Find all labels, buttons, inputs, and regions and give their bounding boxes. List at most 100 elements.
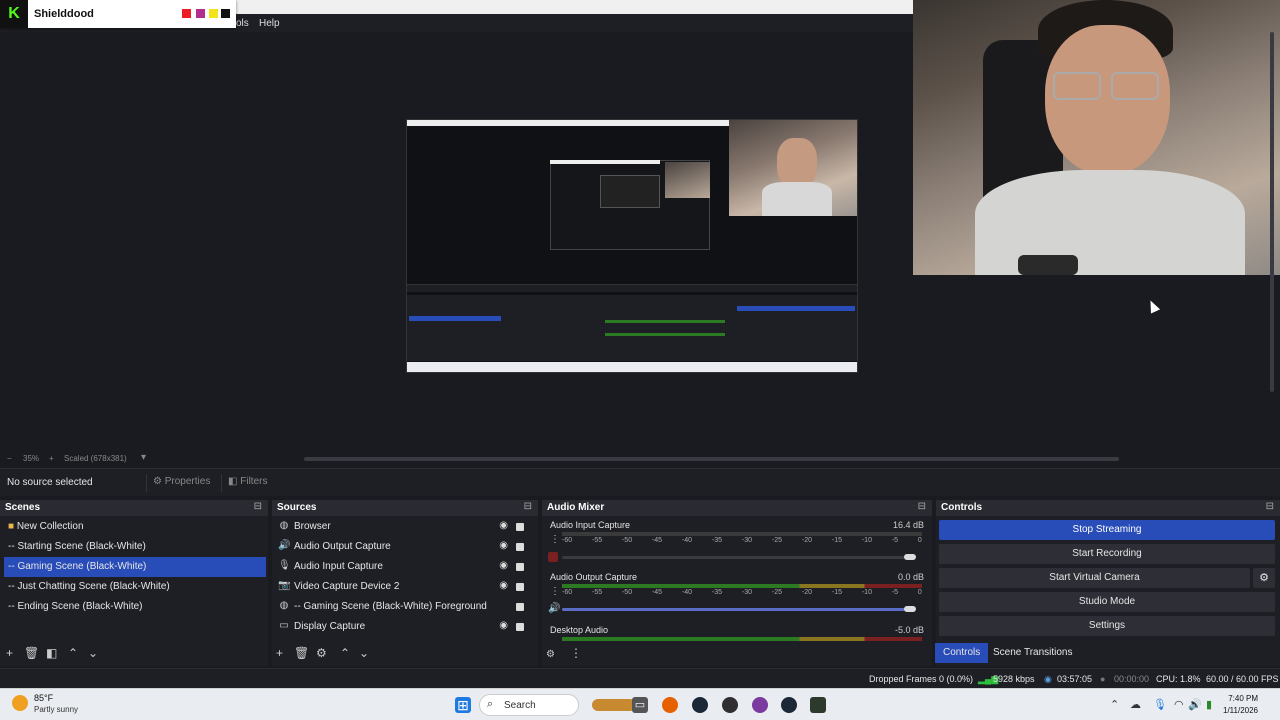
menu-tools[interactable]: ols <box>236 18 249 29</box>
task-view-icon[interactable]: ▭ <box>632 697 648 713</box>
tab-controls[interactable]: Controls <box>935 643 989 663</box>
tab-scene-transitions[interactable]: Scene Transitions <box>985 643 1081 663</box>
muted-speaker-icon[interactable] <box>548 552 558 562</box>
move-up-icon[interactable]: ⌃ <box>340 646 350 660</box>
visibility-eye-icon[interactable]: ◉ <box>499 620 508 631</box>
mixer-menu-icon[interactable]: ⋮ <box>550 586 560 597</box>
windows-start-icon[interactable]: ⊞ <box>455 697 471 713</box>
lock-icon[interactable] <box>516 563 524 571</box>
preview-vertical-scrollbar[interactable] <box>1270 32 1274 392</box>
settings-button[interactable]: Settings <box>939 616 1275 636</box>
taskbar-search[interactable]: ⌕ Search <box>479 694 636 716</box>
move-up-icon[interactable]: ⌃ <box>68 646 78 660</box>
scene-filters-icon[interactable]: ◧ <box>46 646 57 660</box>
source-item[interactable]: ◍ Browser ◉ <box>276 517 530 537</box>
meter-tick: -5 <box>891 537 899 544</box>
meter-tick: -40 <box>681 589 693 596</box>
source-label: Audio Output Capture <box>294 541 391 552</box>
firefox-icon[interactable] <box>662 697 678 713</box>
properties-button[interactable]: ⚙ Properties <box>146 474 216 492</box>
scaling-dropdown-icon[interactable]: ▾ <box>141 452 146 463</box>
stop-streaming-button[interactable]: Stop Streaming <box>939 520 1275 540</box>
meter-tick: -5 <box>891 589 899 596</box>
add-scene-icon[interactable]: + <box>6 646 13 660</box>
advanced-audio-gear-icon[interactable]: ⚙ <box>546 649 555 660</box>
visibility-eye-icon[interactable]: ◉ <box>499 520 508 531</box>
obs-icon[interactable] <box>722 697 738 713</box>
steam-icon[interactable] <box>781 697 797 713</box>
virtual-camera-settings-gear-icon[interactable]: ⚙ <box>1253 568 1275 588</box>
remove-scene-icon[interactable]: 🗑 <box>24 646 39 660</box>
kick-chat-widget: K Shielddood <box>0 0 236 28</box>
meter-tick: -15 <box>831 589 842 596</box>
dock-undock-icon[interactable]: ⊟ <box>254 501 262 512</box>
move-down-icon[interactable]: ⌄ <box>88 646 98 660</box>
lock-icon[interactable] <box>516 603 524 611</box>
mixer-channel-db: 0.0 dB <box>897 572 924 582</box>
zoom-in-button[interactable]: + <box>49 454 54 463</box>
volume-slider[interactable] <box>562 608 912 611</box>
volume-icon[interactable]: 🔊 <box>1188 698 1202 711</box>
speaker-icon[interactable]: 🔊 <box>548 603 560 614</box>
move-down-icon[interactable]: ⌄ <box>359 646 369 660</box>
app-icon[interactable] <box>752 697 768 713</box>
visibility-eye-icon[interactable]: ◉ <box>499 580 508 591</box>
weather-sun-icon[interactable] <box>12 695 28 711</box>
volume-slider-knob[interactable] <box>904 606 916 612</box>
steam-icon[interactable] <box>692 697 708 713</box>
menu-help[interactable]: Help <box>259 18 280 29</box>
visibility-eye-icon[interactable]: ◉ <box>499 560 508 571</box>
weather-description[interactable]: Partly sunny <box>34 705 78 714</box>
source-item[interactable]: 🎙 Audio Input Capture ◉ <box>276 557 530 577</box>
studio-mode-button[interactable]: Studio Mode <box>939 592 1275 612</box>
scene-item[interactable]: -- Starting Scene (Black-White) <box>4 537 266 557</box>
camera-icon: 📷 <box>278 580 291 591</box>
cpu-usage: CPU: 1.8% <box>1156 674 1201 684</box>
meter-tick: 0 <box>917 537 922 544</box>
meter-tick: -35 <box>711 537 723 544</box>
sources-dock: Sources ⊟ ◍ Browser ◉ 🔊 Audio Output Capture… <box>272 500 538 666</box>
scene-label: New Collection <box>16 521 84 532</box>
mixer-menu-icon[interactable]: ⋮ <box>550 534 560 545</box>
lock-icon[interactable] <box>516 623 524 631</box>
scene-item[interactable]: -- Just Chatting Scene (Black-White) <box>4 577 266 597</box>
meter-ticks: -60 -55 -50 -45 -40 -35 -30 -25 -20 -15 -10 -5 0 <box>562 589 922 598</box>
source-item[interactable]: 🔊 Audio Output Capture ◉ <box>276 537 530 557</box>
zoom-out-button[interactable]: − <box>7 454 12 463</box>
visibility-eye-icon[interactable]: ◉ <box>499 540 508 551</box>
wifi-icon[interactable]: ◠ <box>1174 698 1184 711</box>
source-item[interactable]: ◍ -- Gaming Scene (Black-White) Foregroun… <box>276 597 530 617</box>
remove-source-icon[interactable]: 🗑 <box>294 646 309 660</box>
add-source-icon[interactable]: + <box>276 646 283 660</box>
properties-label: Properties <box>164 476 211 487</box>
lock-icon[interactable] <box>516 583 524 591</box>
dock-undock-icon[interactable]: ⊟ <box>1266 501 1274 512</box>
source-item[interactable]: ▭ Display Capture ◉ <box>276 617 530 637</box>
battery-icon[interactable]: ▮ <box>1206 698 1212 711</box>
filters-button[interactable]: ◧ Filters <box>221 474 273 492</box>
lock-icon[interactable] <box>516 523 524 531</box>
weather-temp[interactable]: 85°F <box>34 693 53 703</box>
source-item[interactable]: 📷 Video Capture Device 2 ◉ <box>276 577 530 597</box>
taskbar-clock[interactable]: 7:40 PM 1/11/2026 <box>1223 693 1258 717</box>
start-recording-button[interactable]: Start Recording <box>939 544 1275 564</box>
lock-icon[interactable] <box>516 543 524 551</box>
dock-undock-icon[interactable]: ⊟ <box>524 501 532 512</box>
scene-item-selected[interactable]: -- Gaming Scene (Black-White) <box>4 557 266 577</box>
mixer-menu-icon[interactable]: ⋮ <box>570 646 582 660</box>
volume-slider-knob[interactable] <box>904 554 916 560</box>
scene-item[interactable]: ■ New Collection <box>4 517 266 537</box>
source-properties-gear-icon[interactable]: ⚙ <box>316 646 327 660</box>
game-icon[interactable] <box>810 697 826 713</box>
meter-tick: -25 <box>771 589 783 596</box>
status-bar: Dropped Frames 0 (0.0%) ▂▄▆ 5928 kbps ◉ … <box>0 668 1280 688</box>
microphone-icon[interactable]: 🎙 <box>1153 698 1167 711</box>
scene-item[interactable]: -- Ending Scene (Black-White) <box>4 597 266 617</box>
dock-undock-icon[interactable]: ⊟ <box>918 501 926 512</box>
volume-slider[interactable] <box>562 556 912 559</box>
start-virtual-camera-button[interactable]: Start Virtual Camera <box>939 568 1250 588</box>
cloud-icon[interactable]: ☁ <box>1130 698 1141 711</box>
kick-logo-icon: K <box>0 0 28 28</box>
tray-overflow-icon[interactable]: ⌃ <box>1110 698 1119 711</box>
preview-horizontal-scrollbar[interactable] <box>304 457 1119 461</box>
